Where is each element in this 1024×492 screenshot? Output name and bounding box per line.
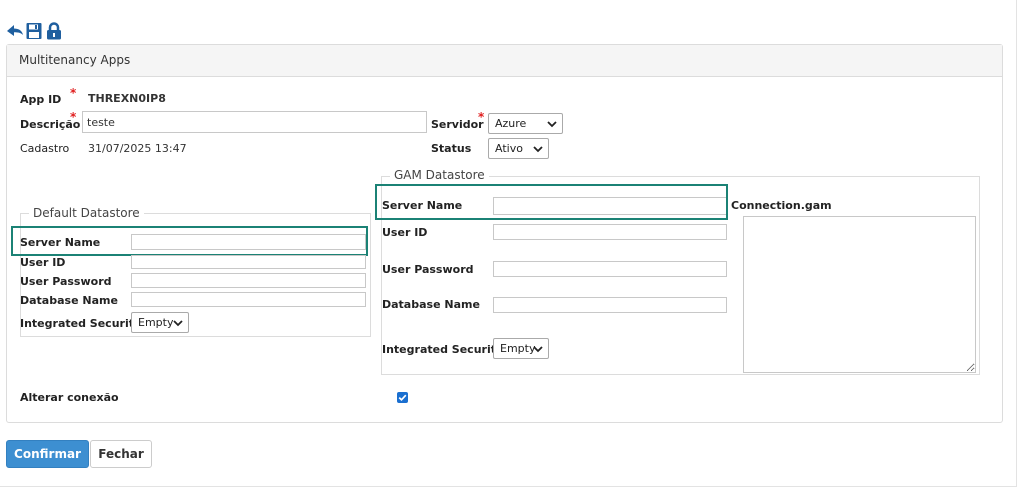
lock-icon[interactable] (46, 22, 62, 40)
gam-integrated-security-value: Empty (500, 342, 536, 355)
back-icon[interactable] (6, 22, 23, 40)
check-icon (398, 394, 407, 402)
status-label: Status (431, 142, 472, 155)
servidor-select[interactable]: Azure (488, 113, 563, 134)
default-user-id-label: User ID (20, 256, 66, 269)
cadastro-value: 31/07/2025 13:47 (88, 142, 187, 155)
servidor-value: Azure (495, 117, 527, 130)
app-id-label: App ID (20, 93, 62, 106)
alterar-conexao-label: Alterar conexão (20, 391, 119, 404)
gam-user-id-input[interactable] (493, 224, 727, 240)
gam-integrated-security-select[interactable]: Empty (493, 338, 549, 359)
server-name-highlight (375, 184, 728, 220)
save-icon[interactable] (26, 22, 42, 40)
default-integrated-security-value: Empty (138, 316, 174, 329)
server-name-highlight (11, 226, 368, 256)
chevron-down-icon (533, 346, 543, 353)
gam-user-password-input[interactable] (493, 261, 727, 277)
chevron-down-icon (173, 320, 183, 327)
required-mark: * (70, 86, 77, 100)
default-user-password-label: User Password (20, 275, 112, 288)
close-button[interactable]: Fechar (90, 440, 152, 468)
required-mark: * (70, 110, 77, 124)
default-datastore-legend: Default Datastore (29, 206, 144, 220)
gam-integrated-security-label: Integrated Security (382, 343, 504, 356)
gam-database-name-label: Database Name (382, 298, 480, 311)
chevron-down-icon (533, 146, 543, 153)
confirm-button[interactable]: Confirmar (6, 440, 89, 468)
gam-datastore-legend: GAM Datastore (390, 168, 489, 182)
gam-database-name-input[interactable] (493, 297, 727, 313)
gam-user-password-label: User Password (382, 263, 474, 276)
app-id-value: THREXN0IP8 (88, 92, 166, 105)
servidor-label: Servidor (431, 118, 484, 131)
status-value: Ativo (495, 142, 523, 155)
default-user-id-input[interactable] (131, 255, 366, 269)
default-integrated-security-select[interactable]: Empty (131, 312, 189, 333)
panel-title: Multitenancy Apps (19, 53, 131, 67)
chevron-down-icon (547, 121, 557, 128)
alterar-conexao-checkbox[interactable] (397, 392, 408, 403)
default-integrated-security-label: Integrated Security (20, 317, 142, 330)
panel-header: Multitenancy Apps (7, 45, 1002, 77)
connection-gam-label: Connection.gam (731, 199, 832, 212)
default-database-name-label: Database Name (20, 294, 118, 307)
default-user-password-input[interactable] (131, 273, 366, 288)
required-mark: * (478, 110, 485, 124)
gam-user-id-label: User ID (382, 226, 428, 239)
status-select[interactable]: Ativo (488, 138, 549, 159)
descricao-input[interactable] (82, 111, 427, 133)
cadastro-label: Cadastro (20, 142, 70, 155)
default-database-name-input[interactable] (131, 292, 366, 307)
connection-gam-textarea[interactable] (743, 216, 976, 373)
